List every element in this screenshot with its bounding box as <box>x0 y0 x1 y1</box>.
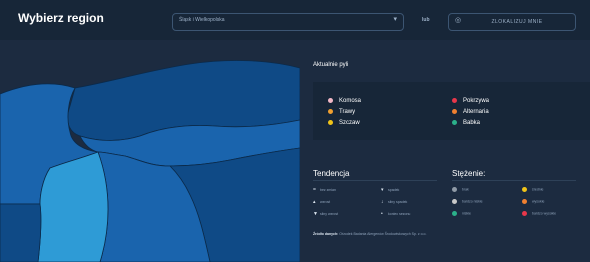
concentration-dot <box>522 211 527 216</box>
data-source: Źródło danych: Ośrodek Badania Alergenów… <box>313 232 426 236</box>
pollen-dot <box>452 120 457 125</box>
trend-item: • koniec sezonu <box>381 211 411 217</box>
concentration-item: średnie <box>522 187 543 192</box>
pollen-dot <box>328 120 333 125</box>
trend-divider <box>313 180 437 181</box>
concentration-item: niskie <box>452 211 471 216</box>
concentration-item: wysokie <box>522 199 544 204</box>
pollen-item: Komosa <box>328 98 361 104</box>
pollen-item: Trawy <box>328 109 355 115</box>
concentration-dot <box>452 187 457 192</box>
trend-item: ▴ wzrost <box>313 199 331 205</box>
trend-up-icon: ▴ <box>313 199 316 205</box>
data-source-text: Ośrodek Badania Alergenów Środowiskowych… <box>339 232 427 236</box>
concentration-dot <box>522 199 527 204</box>
pollen-dot <box>452 109 457 114</box>
region-map <box>0 60 300 262</box>
region-select[interactable]: Śląsk i Wielkopolska ▾ <box>172 13 404 31</box>
data-source-label: Źródło danych: <box>313 232 339 236</box>
pollen-item: Pokrzywa <box>452 98 489 104</box>
concentration-item: brak <box>452 187 469 192</box>
or-label: lub <box>422 17 430 23</box>
pollen-dot <box>328 98 333 103</box>
pollen-item: Alternaria <box>452 109 489 115</box>
pollen-section-title: Aktualnie pyli <box>313 62 349 68</box>
concentration-title: Stężenie: <box>452 169 486 178</box>
region-select-value: Śląsk i Wielkopolska <box>179 17 225 23</box>
trend-title: Tendencja <box>313 169 350 178</box>
pollen-item: Szczaw <box>328 120 360 126</box>
page-title: Wybierz region <box>18 11 104 25</box>
pollen-item: Babka <box>452 120 480 126</box>
concentration-item: bardzo wysokie <box>522 211 556 216</box>
concentration-dot <box>522 187 527 192</box>
trend-item: = bez zmian <box>313 187 336 193</box>
pollen-dot <box>328 109 333 114</box>
season-end-icon: • <box>381 211 383 217</box>
trend-item: ▾ spadek <box>381 187 400 193</box>
locate-me-label: ZLOKALIZUJ MNIE <box>491 19 543 25</box>
locate-me-button[interactable]: ◎ ZLOKALIZUJ MNIE <box>448 13 576 31</box>
concentration-dot <box>452 199 457 204</box>
trend-down-icon: ▾ <box>381 187 384 193</box>
trend-strong-up-icon: ▼ <box>313 211 318 217</box>
concentration-item: bardzo niskie <box>452 199 483 204</box>
map-region-southwest[interactable] <box>0 203 42 262</box>
trend-item: ▼ silny wzrost <box>313 211 339 217</box>
concentration-divider <box>452 180 576 181</box>
trend-item: ↓ silny spadek <box>381 199 408 205</box>
trend-equal-icon: = <box>313 187 316 193</box>
concentration-dot <box>452 211 457 216</box>
trend-strong-down-icon: ↓ <box>381 199 384 205</box>
pollen-dot <box>452 98 457 103</box>
chevron-down-icon: ▾ <box>393 16 397 23</box>
